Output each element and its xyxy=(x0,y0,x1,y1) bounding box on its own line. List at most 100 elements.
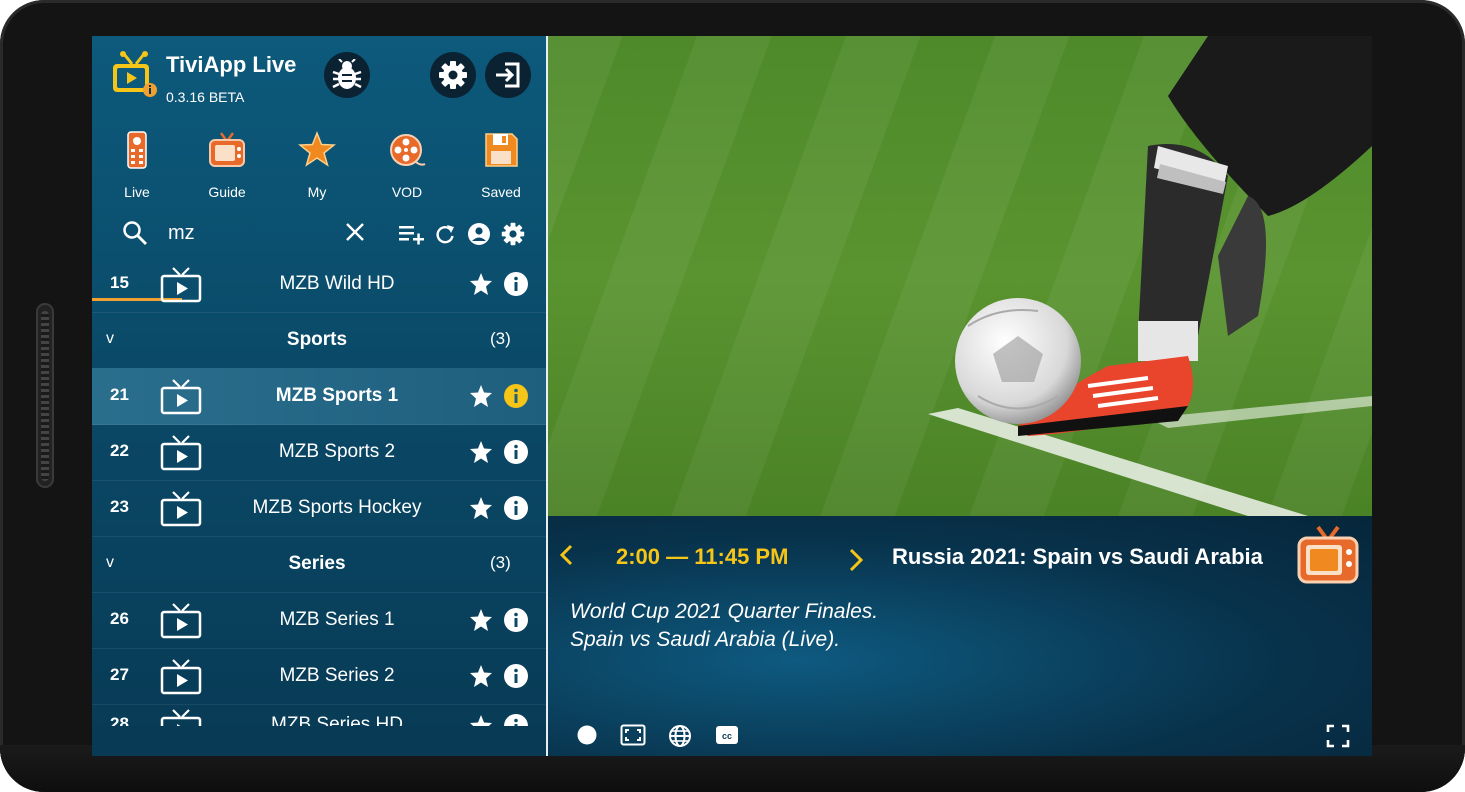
channel-list: 15 MZB Wild HD v Sports (3) 21 MZB Sport… xyxy=(92,256,546,756)
refresh-icon[interactable] xyxy=(434,222,456,246)
add-playlist-icon[interactable] xyxy=(398,222,426,246)
info-icon[interactable] xyxy=(504,440,528,464)
svg-text:cc: cc xyxy=(722,731,732,741)
tv-channel-icon xyxy=(160,379,202,415)
closed-captions-icon[interactable]: cc xyxy=(715,724,739,746)
tab-guide[interactable]: Guide xyxy=(182,126,272,212)
group-header-sports[interactable]: v Sports (3) xyxy=(92,312,546,369)
globe-icon[interactable] xyxy=(668,724,692,748)
program-time: 2:00 — 11:45 PM xyxy=(616,544,789,569)
channel-name: MZB Series 1 xyxy=(279,609,395,630)
program-title: Russia 2021: Spain vs Saudi Arabia xyxy=(892,544,1263,569)
info-icon-active[interactable] xyxy=(504,384,528,408)
tab-my-label: My xyxy=(307,184,327,200)
channel-row-selected[interactable]: 21 MZB Sports 1 xyxy=(92,368,546,425)
channel-number: 27 xyxy=(110,665,129,684)
channel-name: MZB Sports Hockey xyxy=(252,497,422,518)
speaker-grille xyxy=(36,303,54,488)
info-icon[interactable] xyxy=(504,664,528,688)
channel-row[interactable]: 15 MZB Wild HD xyxy=(92,256,546,313)
tv-channel-icon xyxy=(160,491,202,527)
search-input[interactable] xyxy=(166,216,330,250)
program-description-line1: World Cup 2021 Quarter Finales. xyxy=(570,600,879,623)
list-clip xyxy=(92,726,546,756)
video-frame xyxy=(548,36,1372,516)
channel-number: 26 xyxy=(110,609,129,628)
group-name: Sports xyxy=(286,329,348,350)
channel-number: 15 xyxy=(110,273,129,292)
channel-name: MZB Sports 1 xyxy=(275,385,399,406)
tab-live[interactable]: Live xyxy=(92,126,182,212)
tab-saved[interactable]: Saved xyxy=(456,126,546,212)
channel-row[interactable]: 23 MZB Sports Hockey xyxy=(92,480,546,537)
tv-channel-icon xyxy=(160,603,202,639)
channel-name: MZB Wild HD xyxy=(279,273,395,294)
tv-guide-icon xyxy=(209,132,245,167)
favorite-star-icon[interactable] xyxy=(469,496,493,520)
sidebar: TiviApp Live 0.3.16 BETA Live Guide My V… xyxy=(92,36,546,756)
main-nav: Live Guide My VOD Saved xyxy=(92,126,546,301)
tv-channel-icon xyxy=(160,267,202,303)
remote-icon xyxy=(127,131,147,169)
tablet-device: TiviApp Live 0.3.16 BETA Live Guide My V… xyxy=(0,0,1465,792)
group-header-series[interactable]: v Series (3) xyxy=(92,536,546,593)
channel-row[interactable]: 27 MZB Series 2 xyxy=(92,648,546,705)
app-title: TiviApp Live xyxy=(166,52,297,77)
channel-name: MZB Series 2 xyxy=(279,665,395,686)
tab-saved-label: Saved xyxy=(481,184,521,200)
close-icon[interactable] xyxy=(344,221,366,243)
favorite-star-icon[interactable] xyxy=(469,384,493,408)
exit-button[interactable] xyxy=(485,52,531,98)
gear-icon xyxy=(439,61,467,89)
favorite-star-icon[interactable] xyxy=(469,440,493,464)
list-settings-gear-icon[interactable] xyxy=(501,222,525,246)
program-description: World Cup 2021 Quarter Finales. Spain vs… xyxy=(570,598,878,654)
info-icon[interactable] xyxy=(504,608,528,632)
group-count: (3) xyxy=(490,553,511,572)
tv-logo-icon xyxy=(1297,525,1359,584)
chevron-down-icon: v xyxy=(106,554,114,571)
tab-my[interactable]: My xyxy=(272,126,362,212)
fullscreen-icon[interactable] xyxy=(1326,724,1350,748)
tab-guide-label: Guide xyxy=(208,184,246,200)
group-count: (3) xyxy=(490,329,511,348)
chevron-left-icon[interactable] xyxy=(558,544,574,566)
search-icon xyxy=(123,221,147,245)
search-bar xyxy=(92,212,546,256)
info-icon[interactable] xyxy=(504,496,528,520)
debug-button[interactable] xyxy=(324,52,370,98)
channel-number: 22 xyxy=(110,441,129,460)
tv-channel-icon xyxy=(160,435,202,471)
favorite-star-icon[interactable] xyxy=(469,608,493,632)
app-logo-icon xyxy=(113,51,157,97)
video-player[interactable] xyxy=(548,36,1372,516)
channel-number: 23 xyxy=(110,497,129,516)
star-icon xyxy=(298,130,336,167)
info-icon[interactable] xyxy=(504,272,528,296)
aspect-ratio-icon[interactable] xyxy=(620,724,646,746)
program-info-panel: 2:00 — 11:45 PM Russia 2021: Spain vs Sa… xyxy=(548,516,1372,756)
channel-number: 21 xyxy=(110,385,129,404)
group-name: Series xyxy=(288,553,346,574)
record-dot-icon[interactable] xyxy=(576,724,598,746)
floppy-icon xyxy=(485,133,518,167)
bug-icon xyxy=(332,59,362,89)
tv-channel-icon xyxy=(160,659,202,695)
channel-row[interactable]: 22 MZB Sports 2 xyxy=(92,424,546,481)
film-reel-icon xyxy=(390,134,426,166)
account-icon[interactable] xyxy=(467,222,491,246)
favorite-star-icon[interactable] xyxy=(469,272,493,296)
settings-button[interactable] xyxy=(430,52,476,98)
channel-name: MZB Sports 2 xyxy=(278,441,396,462)
chevron-down-icon: v xyxy=(106,330,114,347)
exit-icon xyxy=(496,62,520,88)
tab-vod-label: VOD xyxy=(391,184,423,200)
channel-row[interactable]: 26 MZB Series 1 xyxy=(92,592,546,649)
tab-vod[interactable]: VOD xyxy=(362,126,452,212)
program-description-line2: Spain vs Saudi Arabia (Live). xyxy=(570,628,841,651)
tab-live-label: Live xyxy=(124,184,150,200)
favorite-star-icon[interactable] xyxy=(469,664,493,688)
screen: TiviApp Live 0.3.16 BETA Live Guide My V… xyxy=(92,36,1372,756)
app-version: 0.3.16 BETA xyxy=(166,89,245,105)
chevron-right-icon[interactable] xyxy=(848,548,864,572)
